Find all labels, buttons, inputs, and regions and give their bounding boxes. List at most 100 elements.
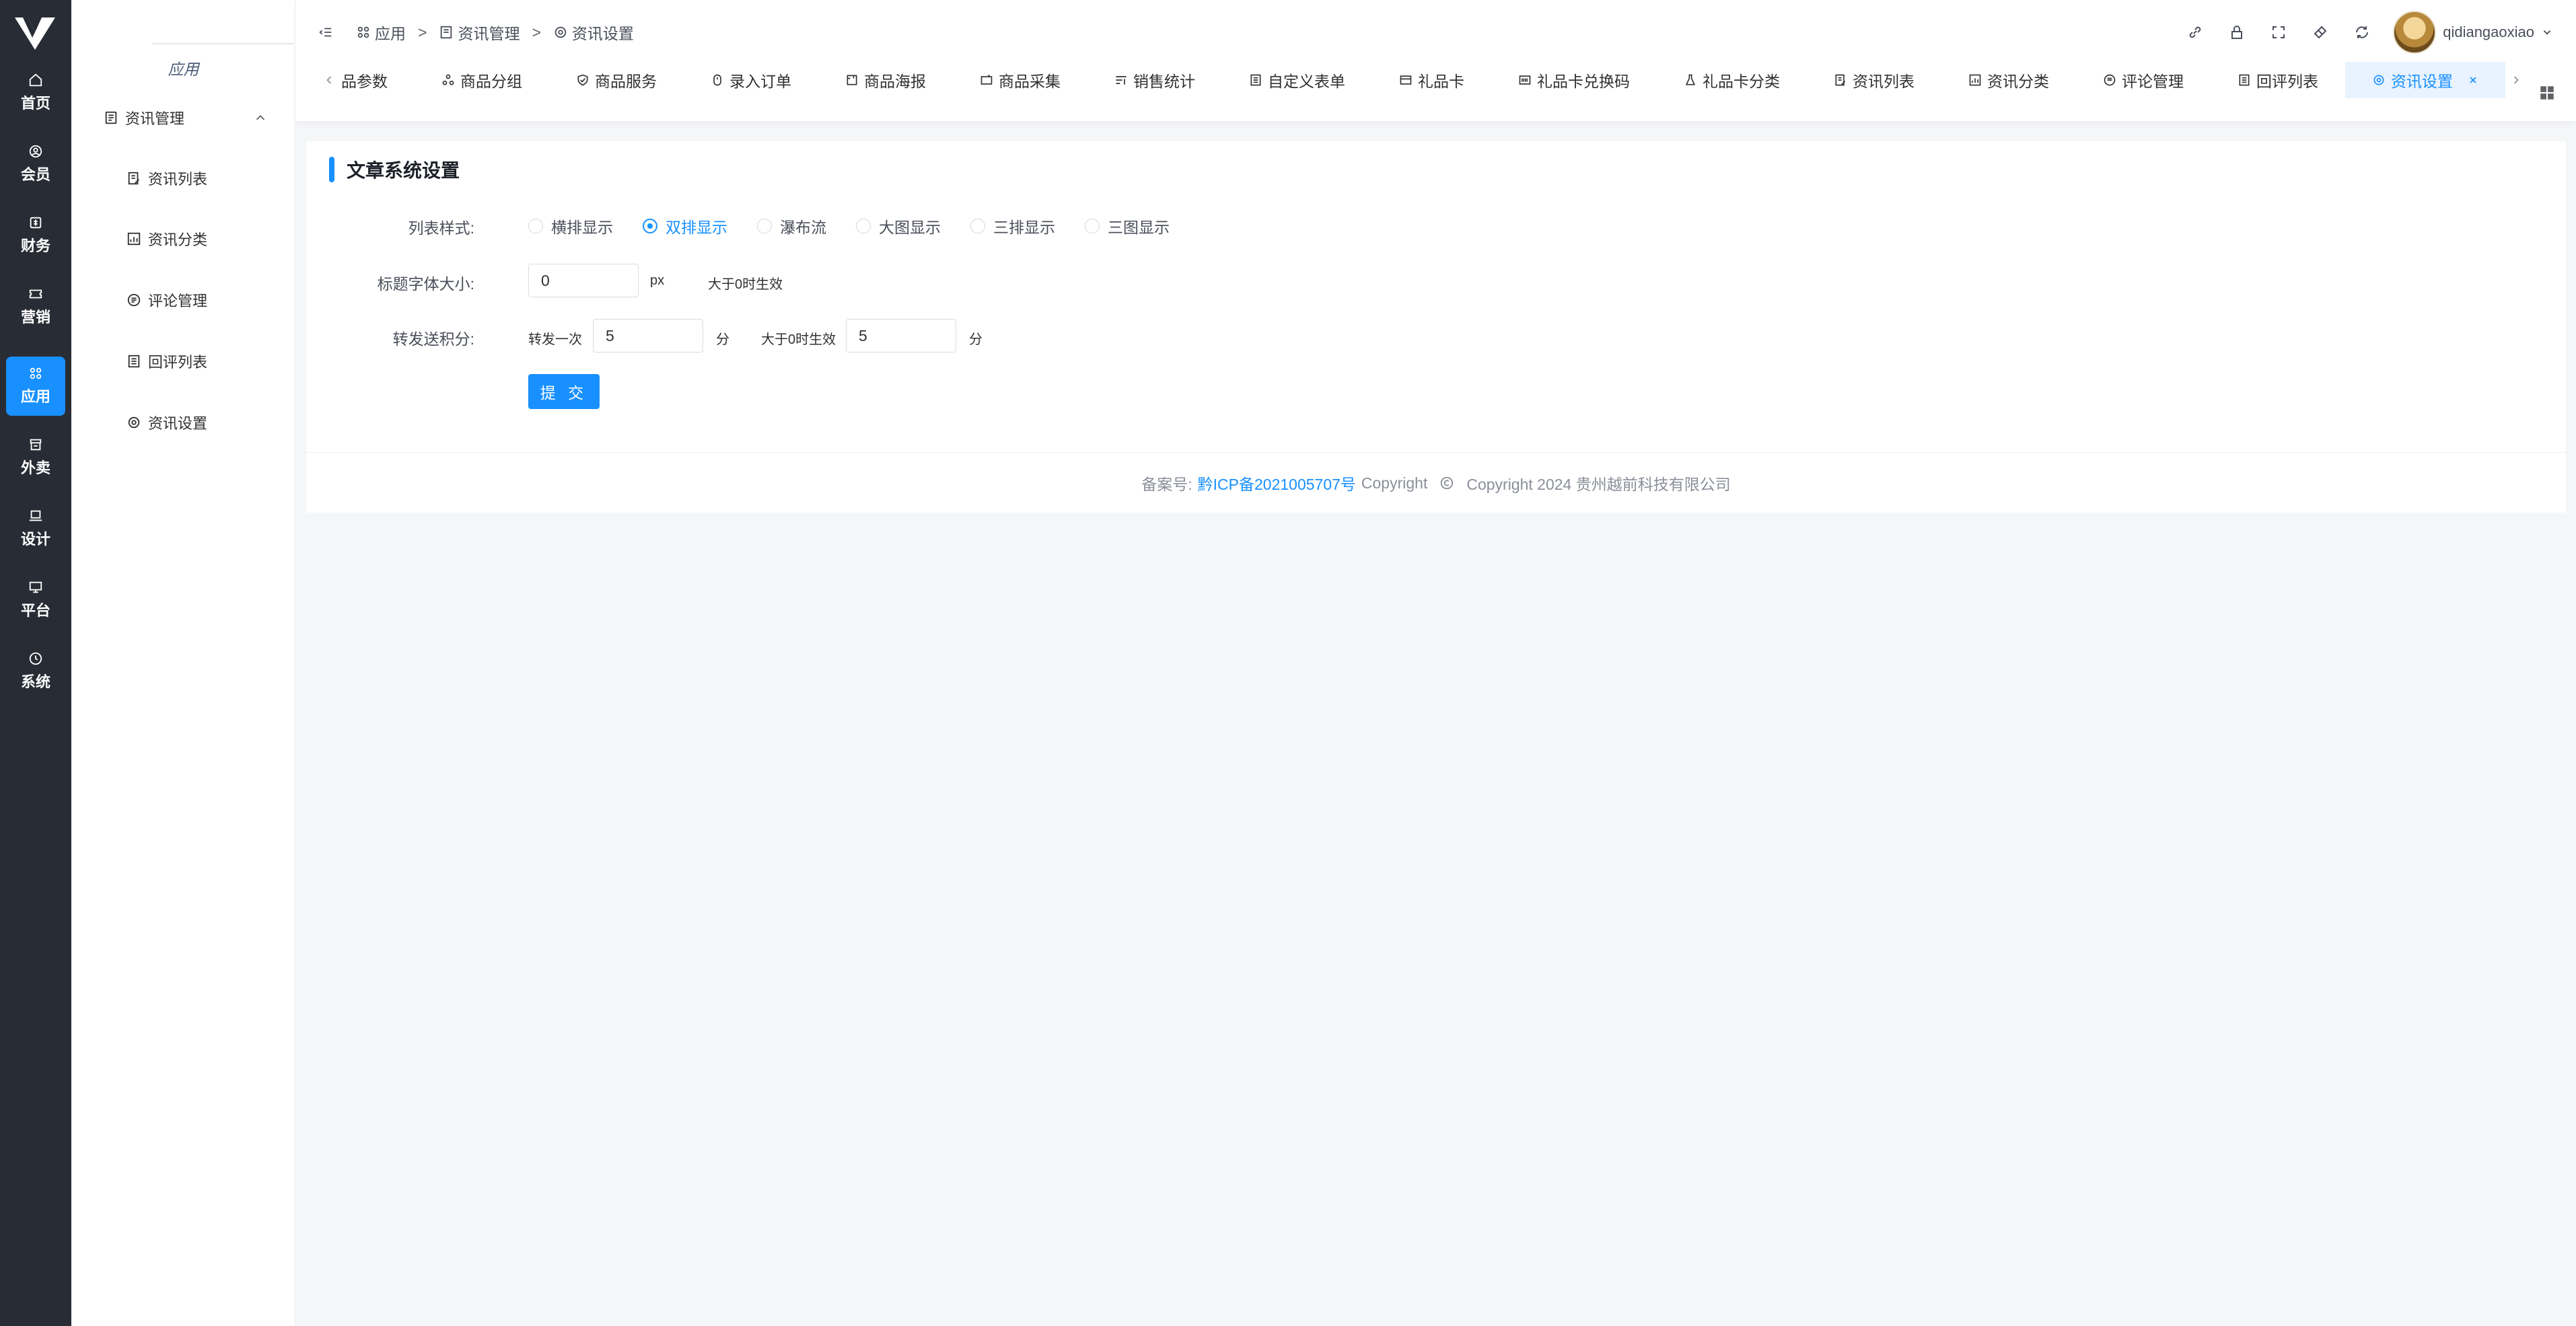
ticket-icon xyxy=(29,289,42,299)
share-hint: 大于0时生效 xyxy=(761,332,836,347)
tab-enter-order[interactable]: 录入订单 xyxy=(684,62,818,98)
close-icon[interactable] xyxy=(2468,75,2478,85)
rail-item-design[interactable]: 设计 xyxy=(6,499,65,558)
document-icon xyxy=(441,26,452,39)
link-icon[interactable] xyxy=(2187,24,2203,40)
radio-horizontal[interactable]: 横排显示 xyxy=(528,215,613,237)
breadcrumb: 应用 > 资讯管理 > 资讯设置 xyxy=(318,20,634,44)
share-points-input[interactable] xyxy=(593,319,703,353)
copyright-text: Copyright 2024 贵州越前科技有限公司 xyxy=(1466,476,1731,493)
chevron-right-icon[interactable] xyxy=(2509,73,2523,87)
header-tools: qidiangaoxiao xyxy=(2187,11,2553,54)
refresh-icon[interactable] xyxy=(2354,24,2370,40)
subnav-item-news-category[interactable]: 资讯分类 xyxy=(127,227,207,250)
subnav-group-news[interactable]: 资讯管理 xyxy=(104,106,275,129)
share-points-limit-input[interactable] xyxy=(846,319,956,353)
subnav-item-comments[interactable]: 评论管理 xyxy=(127,289,207,311)
radio-triple-image[interactable]: 三图显示 xyxy=(1085,215,1170,237)
tab-news-settings[interactable]: 资讯设置 xyxy=(2345,62,2505,98)
user-menu[interactable]: qidiangaoxiao xyxy=(2393,11,2553,54)
tab-gift-card[interactable]: 礼品卡 xyxy=(1372,62,1491,98)
radio-dot[interactable] xyxy=(528,219,543,233)
subnav-item-label: 资讯列表 xyxy=(148,171,208,188)
tab-gift-card-category[interactable]: 礼品卡分类 xyxy=(1657,62,1807,98)
tab-product-service[interactable]: 商品服务 xyxy=(549,62,684,98)
tab-sales-stats[interactable]: 销售统计 xyxy=(1087,62,1222,98)
tab-product-poster[interactable]: 商品海报 xyxy=(818,62,953,98)
radio-dot[interactable] xyxy=(1085,219,1100,233)
radio-dot[interactable] xyxy=(757,219,772,233)
subnav-item-news-settings[interactable]: 资讯设置 xyxy=(127,411,207,434)
document-icon xyxy=(105,111,117,124)
tab-reply-list[interactable]: 回评列表 xyxy=(2211,62,2345,98)
radio-triple-row[interactable]: 三排显示 xyxy=(970,215,1055,237)
breadcrumb-item-news[interactable]: 资讯管理 xyxy=(439,21,520,44)
gear-icon xyxy=(2373,75,2384,85)
flask-icon xyxy=(1685,74,1696,85)
tab-news-list[interactable]: 资讯列表 xyxy=(1807,62,1941,98)
breadcrumb-separator: > xyxy=(532,23,541,41)
apps-icon xyxy=(30,367,42,379)
tab-label: 礼品卡分类 xyxy=(1703,73,1780,90)
list-style-label: 列表样式: xyxy=(408,219,474,237)
rail-item-label: 设计 xyxy=(20,531,50,548)
chevron-down-icon[interactable] xyxy=(2541,26,2553,38)
subnav-item-news-list[interactable]: 资讯列表 xyxy=(127,167,207,190)
tab-gift-card-code[interactable]: 礼品卡兑换码 xyxy=(1491,62,1657,98)
radio-large-image[interactable]: 大图显示 xyxy=(856,215,941,237)
submit-button[interactable]: 提 交 xyxy=(528,374,600,409)
radio-dot[interactable] xyxy=(970,219,985,233)
radio-double-row[interactable]: 双排显示 xyxy=(643,215,727,237)
rail-item-finance[interactable]: 财务 xyxy=(6,206,65,265)
clear-cache-icon[interactable] xyxy=(2312,24,2328,40)
tab-label: 销售统计 xyxy=(1133,73,1195,90)
tab-label: 礼品卡兑换码 xyxy=(1537,73,1630,90)
rail-item-marketing[interactable]: 营销 xyxy=(6,277,65,336)
rail-item-takeout[interactable]: 外卖 xyxy=(6,428,65,487)
tab-custom-form[interactable]: 自定义表单 xyxy=(1222,62,1372,98)
tab-label: 自定义表单 xyxy=(1268,73,1345,90)
tab-product-group[interactable]: 商品分组 xyxy=(415,62,549,98)
mouse-icon xyxy=(713,74,721,86)
rail-item-member[interactable]: 会员 xyxy=(6,135,65,194)
radio-dot[interactable] xyxy=(856,219,871,233)
radio-label: 三图显示 xyxy=(1108,219,1170,236)
rail-item-label: 平台 xyxy=(20,602,50,619)
radio-label: 瀑布流 xyxy=(780,219,826,236)
title-font-size-input[interactable] xyxy=(528,264,639,297)
radio-dot[interactable] xyxy=(643,219,657,233)
tab-label: 资讯列表 xyxy=(1853,73,1915,90)
grid-menu-icon[interactable] xyxy=(2538,84,2556,102)
top-header: 应用 > 资讯管理 > 资讯设置 qidiangaoxiao 品参数 商品分组 … xyxy=(295,0,2576,121)
radio-label: 大图显示 xyxy=(879,219,941,236)
tab-product-params[interactable]: 品参数 xyxy=(336,62,415,98)
home-icon xyxy=(29,73,42,87)
subnav-item-label: 评论管理 xyxy=(148,293,208,309)
secondary-sidebar: 应用 资讯管理 资讯列表 资讯分类 评论管理 回评列表 资讯设置 xyxy=(71,0,295,1326)
breadcrumb-item-settings: 资讯设置 xyxy=(553,21,634,44)
fullscreen-icon[interactable] xyxy=(2270,24,2287,40)
rail-item-system[interactable]: 系统 xyxy=(6,642,65,701)
lock-icon[interactable] xyxy=(2229,24,2245,40)
menu-collapse-icon[interactable] xyxy=(318,25,333,40)
subnav-item-replies[interactable]: 回评列表 xyxy=(127,350,207,373)
chevron-left-icon[interactable] xyxy=(322,73,336,87)
tab-news-category[interactable]: 资讯分类 xyxy=(1941,62,2076,98)
tab-product-collect[interactable]: 商品采集 xyxy=(953,62,1087,98)
tab-comment-manage[interactable]: 评论管理 xyxy=(2076,62,2211,98)
chevron-up-icon[interactable] xyxy=(253,110,268,125)
rail-item-label: 会员 xyxy=(20,166,50,183)
avatar[interactable] xyxy=(2393,11,2437,54)
rail-item-platform[interactable]: 平台 xyxy=(6,570,65,630)
radio-label: 横排显示 xyxy=(551,219,613,236)
icp-link[interactable]: 黔ICP备2021005707号 xyxy=(1198,472,1356,494)
finance-icon xyxy=(30,217,42,229)
logo-icon[interactable] xyxy=(13,15,57,51)
tab-label: 资讯分类 xyxy=(1987,73,2049,90)
apps-icon xyxy=(357,26,369,38)
list-doc-icon xyxy=(128,355,140,368)
rail-item-home[interactable]: 首页 xyxy=(6,63,65,122)
breadcrumb-item-apps[interactable]: 应用 xyxy=(356,21,406,44)
rail-item-apps[interactable]: 应用 xyxy=(6,357,65,416)
radio-waterfall[interactable]: 瀑布流 xyxy=(757,215,826,237)
